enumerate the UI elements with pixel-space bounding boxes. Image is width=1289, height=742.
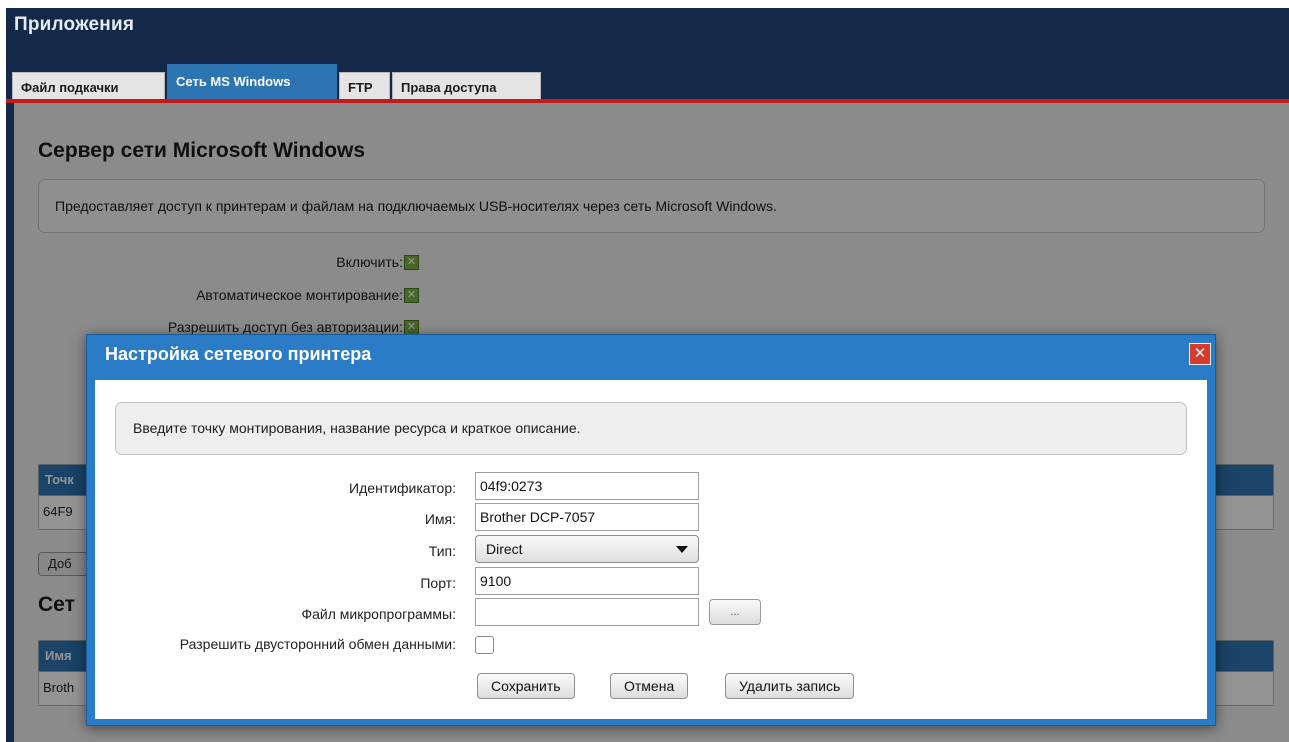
dialog-title: Настройка сетевого принтера [105,344,372,364]
port-label: Порт: [420,575,456,591]
identifier-input[interactable] [475,472,699,500]
delete-record-button[interactable]: Удалить запись [725,673,855,699]
bidirectional-checkbox[interactable] [475,636,494,654]
name-input[interactable] [475,503,699,531]
type-select[interactable]: Direct [475,535,699,563]
bidirectional-label: Разрешить двусторонний обмен данными: [179,636,456,652]
browse-button[interactable]: ... [709,599,761,625]
tab-access-rights[interactable]: Права доступа [392,72,541,102]
firmware-input[interactable] [475,598,699,626]
close-icon[interactable]: ✕ [1189,343,1211,365]
app-title: Приложения [14,14,135,35]
dialog-body: Введите точку монтирования, название рес… [95,380,1207,719]
dialog-info: Введите точку монтирования, название рес… [115,402,1187,455]
chevron-down-icon [676,546,688,553]
firmware-label: Файл микропрограммы: [301,606,457,622]
save-button[interactable]: Сохранить [477,673,575,699]
type-label: Тип: [428,543,456,559]
type-select-value: Direct [486,541,523,557]
tab-ftp[interactable]: FTP [339,72,390,102]
tab-ms-windows-network[interactable]: Сеть MS Windows [167,64,337,102]
printer-settings-dialog: Настройка сетевого принтера ✕ Введите то… [86,334,1216,726]
identifier-label: Идентификатор: [349,480,456,496]
name-label: Имя: [424,511,456,527]
port-input[interactable] [475,567,699,595]
cancel-button[interactable]: Отмена [610,673,689,699]
tab-swap-file[interactable]: Файл подкачки [12,72,165,102]
